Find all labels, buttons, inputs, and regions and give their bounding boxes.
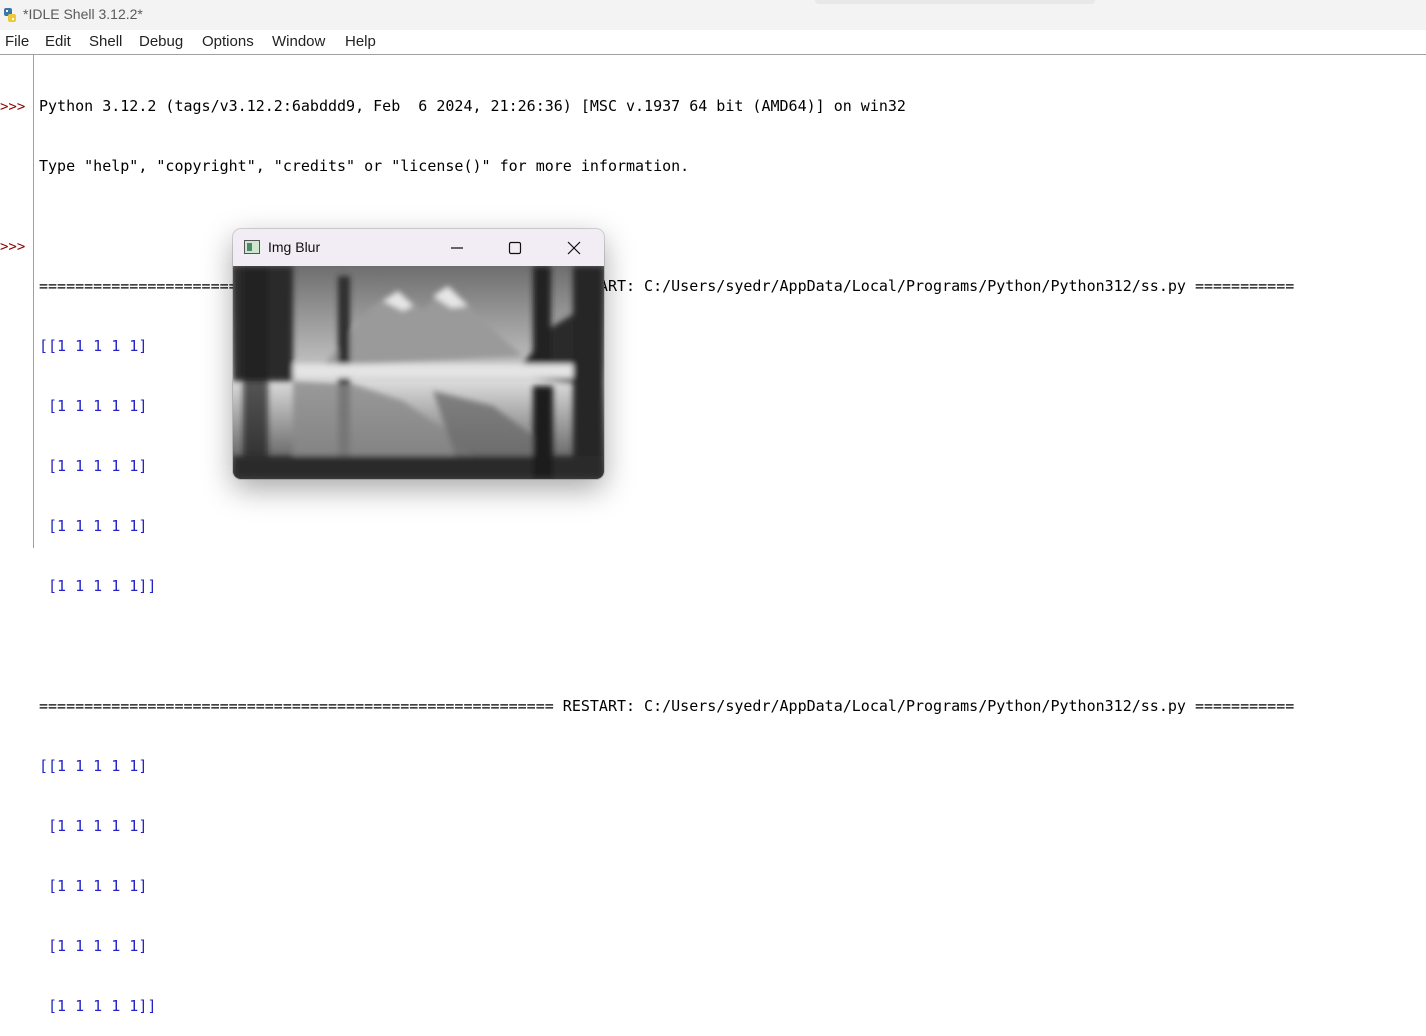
array-output-line: [1 1 1 1 1] bbox=[39, 817, 148, 835]
close-icon bbox=[567, 241, 581, 254]
array-output-line: [1 1 1 1 1] bbox=[39, 517, 148, 535]
titlebar-decoration bbox=[815, 0, 1095, 4]
array-output-line: [1 1 1 1 1] bbox=[39, 937, 148, 955]
shell-output[interactable]: Python 3.12.2 (tags/v3.12.2:6abddd9, Feb… bbox=[39, 56, 1426, 1036]
menu-options[interactable]: Options bbox=[202, 33, 254, 50]
close-button[interactable] bbox=[545, 229, 603, 266]
window-title: *IDLE Shell 3.12.2* bbox=[23, 6, 143, 22]
menu-help[interactable]: Help bbox=[345, 33, 376, 50]
array-output-line: [[1 1 1 1 1] bbox=[39, 757, 148, 775]
menu-shell[interactable]: Shell bbox=[89, 33, 122, 50]
popup-titlebar[interactable]: Img Blur bbox=[233, 229, 604, 266]
maximize-button[interactable] bbox=[486, 229, 544, 266]
maximize-icon bbox=[508, 241, 522, 254]
minimize-icon bbox=[451, 246, 463, 249]
prompt-gutter bbox=[0, 55, 34, 548]
img-blur-window[interactable]: Img Blur bbox=[233, 229, 604, 479]
array-output-line: [1 1 1 1 1] bbox=[39, 877, 148, 895]
python-idle-icon bbox=[4, 8, 16, 22]
shell-prompt: >>> bbox=[0, 239, 26, 255]
window-titlebar: *IDLE Shell 3.12.2* bbox=[0, 0, 1426, 30]
shell-line: Python 3.12.2 (tags/v3.12.2:6abddd9, Feb… bbox=[39, 97, 906, 115]
minimize-button[interactable] bbox=[428, 229, 486, 266]
image-window-icon bbox=[244, 240, 260, 254]
array-output-line: [1 1 1 1 1]] bbox=[39, 997, 157, 1015]
restart-line: ========================================… bbox=[39, 697, 1295, 715]
shell-prompt: >>> bbox=[0, 99, 26, 115]
popup-title: Img Blur bbox=[268, 239, 321, 255]
array-output-line: [1 1 1 1 1]] bbox=[39, 577, 157, 595]
shell-line: Type "help", "copyright", "credits" or "… bbox=[39, 157, 690, 175]
menu-edit[interactable]: Edit bbox=[45, 33, 71, 50]
menu-file[interactable]: File bbox=[5, 33, 29, 50]
menu-bar: File Edit Shell Debug Options Window Hel… bbox=[0, 30, 1426, 55]
blurred-landscape-image bbox=[233, 266, 604, 479]
menu-window[interactable]: Window bbox=[272, 33, 325, 50]
menu-debug[interactable]: Debug bbox=[139, 33, 183, 50]
